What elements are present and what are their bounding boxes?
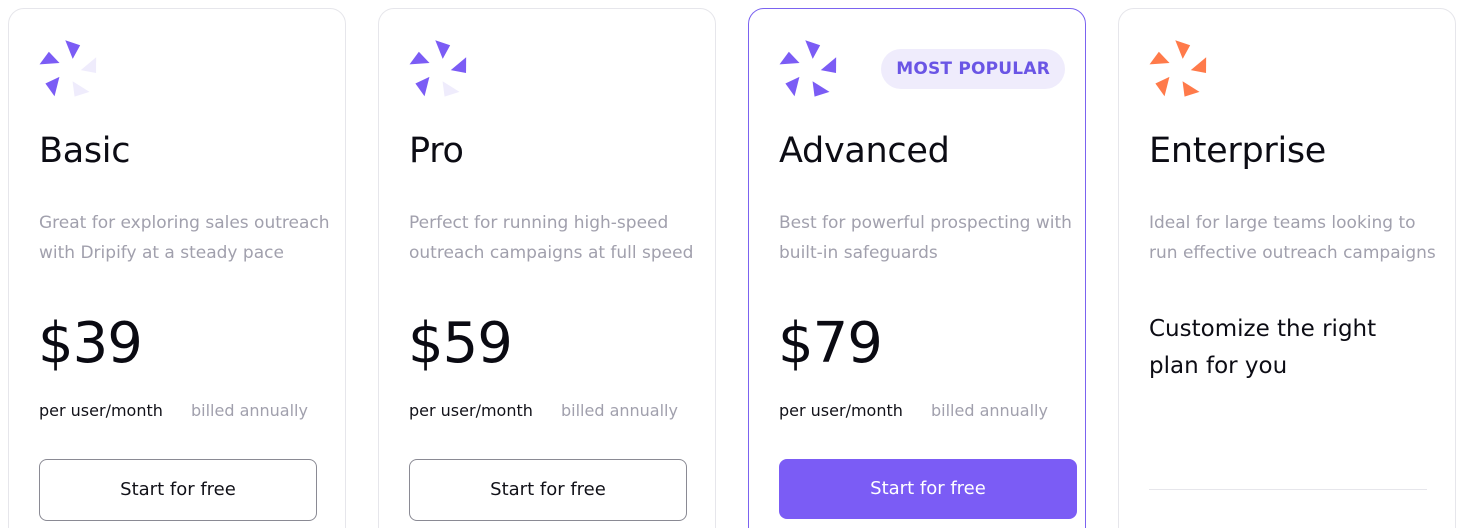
plan-price: $59 xyxy=(408,311,513,376)
customize-plan-text: Customize the right plan for you xyxy=(1149,316,1377,379)
plan-description: Ideal for large teams looking to run eff… xyxy=(1149,213,1436,263)
billing-note: billed annually xyxy=(931,401,1048,420)
price-unit: per user/month xyxy=(409,401,533,420)
plan-name: Advanced xyxy=(779,131,950,171)
start-for-free-button[interactable]: Start for free xyxy=(779,459,1077,519)
price-unit: per user/month xyxy=(39,401,163,420)
plan-description: Best for powerful prospecting with built… xyxy=(779,213,1072,263)
plan-description: Perfect for running high-speed outreach … xyxy=(409,213,694,263)
dripify-logo-icon xyxy=(38,39,100,101)
price-unit: per user/month xyxy=(779,401,903,420)
plan-price: $39 xyxy=(38,311,143,376)
billing-note: billed annually xyxy=(561,401,678,420)
plan-description: Great for exploring sales outreach with … xyxy=(39,213,330,263)
start-for-free-button[interactable]: Start for free xyxy=(409,459,687,521)
plan-card-advanced: MOST POPULAR Advanced Best for powerful … xyxy=(748,8,1086,528)
plan-card-basic: Basic Great for exploring sales outreach… xyxy=(8,8,346,528)
dripify-logo-icon xyxy=(778,39,840,101)
billing-note: billed annually xyxy=(191,401,308,420)
plan-name: Enterprise xyxy=(1149,131,1327,171)
start-for-free-button[interactable]: Start for free xyxy=(39,459,317,521)
divider xyxy=(1149,489,1427,490)
dripify-logo-icon xyxy=(1148,39,1210,101)
plan-name: Basic xyxy=(39,131,131,171)
pricing-cards: Basic Great for exploring sales outreach… xyxy=(0,0,1465,528)
plan-price: $79 xyxy=(778,311,883,376)
most-popular-badge: MOST POPULAR xyxy=(881,49,1065,89)
dripify-logo-icon xyxy=(408,39,470,101)
plan-card-pro: Pro Perfect for running high-speed outre… xyxy=(378,8,716,528)
plan-card-enterprise: Enterprise Ideal for large teams looking… xyxy=(1118,8,1456,528)
plan-name: Pro xyxy=(409,131,464,171)
